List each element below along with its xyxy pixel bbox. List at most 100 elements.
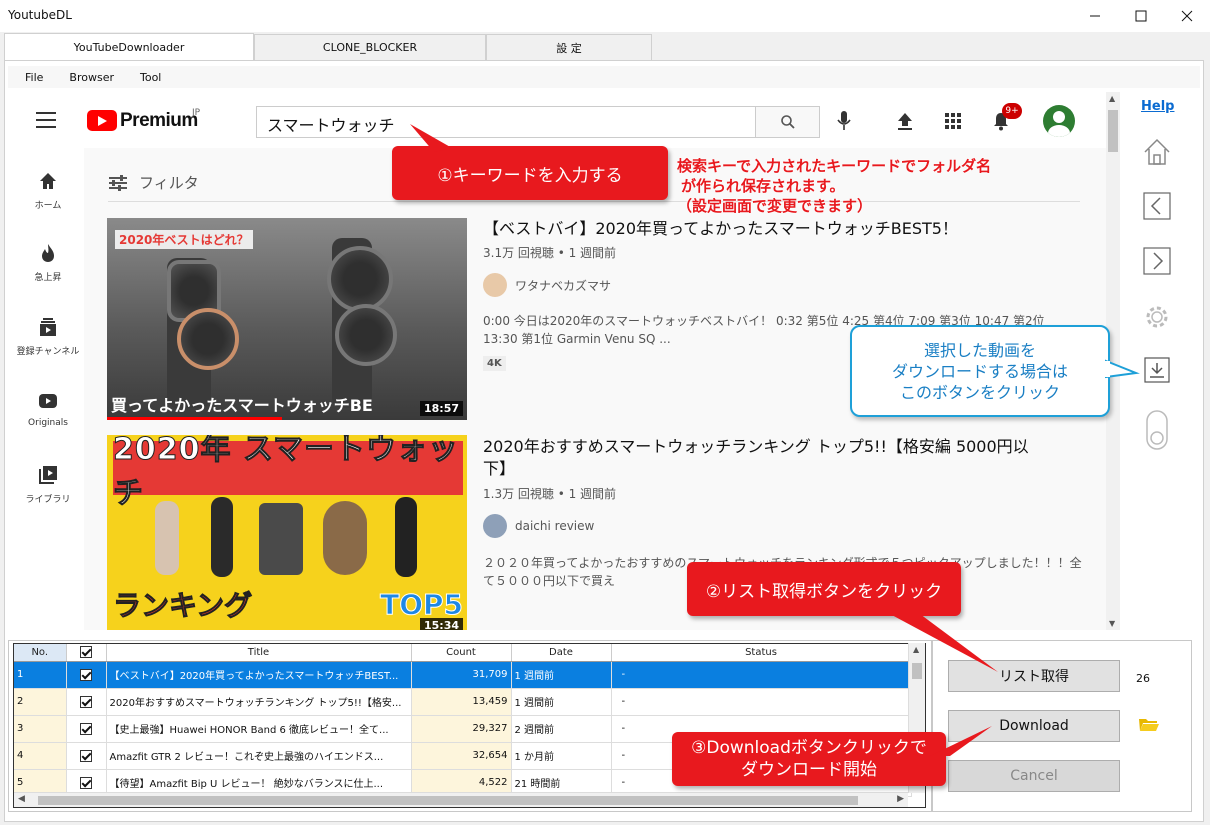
thumbnail-banner: ランキング TOP5 — [112, 575, 463, 630]
gear-icon — [1146, 306, 1168, 328]
youtube-logo-icon[interactable] — [87, 110, 117, 131]
maximize-button[interactable] — [1118, 0, 1164, 32]
video-thumbnail-2[interactable]: 2020年 スマートウォッチ ランキング TOP5 15:34 — [107, 435, 467, 630]
col-header-title[interactable]: Title — [106, 644, 412, 662]
callout-step1-pointer — [410, 124, 452, 152]
cell-status: - — [611, 688, 912, 716]
home-button[interactable] — [1140, 135, 1174, 169]
filter-label: フィルタ — [139, 174, 199, 192]
cell-date: 1 週間前 — [511, 688, 612, 716]
search-input[interactable]: スマートウォッチ — [256, 106, 756, 138]
channel-name: daichi review — [515, 519, 595, 533]
minimize-icon — [1090, 15, 1100, 17]
download-box-icon — [1144, 357, 1170, 383]
row-checkbox[interactable] — [80, 749, 92, 762]
cell-checkbox[interactable] — [66, 742, 107, 770]
forward-button[interactable] — [1140, 244, 1174, 278]
tab-youtubedownloader[interactable]: YouTubeDownloader — [4, 33, 254, 61]
col-header-count[interactable]: Count — [411, 644, 512, 662]
cell-title: 2020年おすすめスマートウォッチランキング トップ5!!【格安... — [106, 688, 412, 716]
youtube-header: Premium JP スマートウォッチ 9+ — [12, 92, 1106, 148]
channel-link-1[interactable]: ワタナベカズマサ — [483, 273, 611, 297]
watch-progress-bar — [107, 417, 282, 420]
upload-icon[interactable] — [893, 109, 917, 133]
home-outline-icon — [1144, 138, 1170, 165]
nav-originals[interactable]: Originals — [12, 390, 84, 428]
open-folder-icon[interactable] — [1138, 716, 1160, 732]
video-thumbnail-1[interactable]: 2020年ベストはどれ？ 買ってよかったスマートウォッチBE 18:57 — [107, 218, 467, 420]
scroll-thumb[interactable] — [38, 796, 858, 805]
list-count: 26 — [1136, 672, 1150, 685]
menu-bar: File Browser Tool — [8, 66, 1200, 88]
cell-title: Amazfit GTR 2 レビュー！これぞ史上最強のハイエンドス... — [106, 742, 412, 770]
cell-count: 31,709 — [411, 661, 512, 689]
video-title-1[interactable]: 【ベストバイ】2020年買ってよかったスマートウォッチBEST5！ — [483, 218, 1043, 240]
microphone-icon[interactable] — [832, 109, 856, 133]
cell-date: 2 週間前 — [511, 715, 612, 743]
nav-home[interactable]: ホーム — [12, 170, 84, 211]
help-link[interactable]: Help — [1141, 99, 1174, 114]
back-button[interactable] — [1140, 189, 1174, 223]
cell-date: 1 か月前 — [511, 742, 612, 770]
row-checkbox[interactable] — [80, 668, 92, 681]
thumbnail-ranking-text: ランキング — [112, 589, 253, 623]
menu-browser[interactable]: Browser — [52, 71, 123, 84]
cell-no: 1 — [14, 661, 67, 689]
video-title-2[interactable]: 2020年おすすめスマートウォッチランキング トップ5!!【格安編 5000円以… — [483, 436, 1043, 480]
search-button[interactable] — [755, 106, 820, 138]
menu-tool[interactable]: Tool — [123, 71, 170, 84]
cell-count: 13,459 — [411, 688, 512, 716]
col-header-select[interactable] — [66, 644, 107, 662]
cell-count: 29,327 — [411, 715, 512, 743]
minimize-button[interactable] — [1072, 0, 1118, 32]
nav-label: ライブラリ — [25, 495, 71, 505]
cell-checkbox[interactable] — [66, 715, 107, 743]
close-icon — [1181, 10, 1193, 22]
row-checkbox[interactable] — [80, 722, 92, 735]
cell-checkbox[interactable] — [66, 661, 107, 689]
col-header-no[interactable]: No. — [14, 644, 67, 662]
search-icon — [780, 115, 795, 129]
originals-play-icon — [39, 394, 57, 408]
nav-trending[interactable]: 急上昇 — [12, 242, 84, 283]
tab-settings[interactable]: 設 定 — [486, 34, 652, 60]
toggle-switch[interactable] — [1140, 408, 1174, 452]
col-header-date[interactable]: Date — [511, 644, 612, 662]
select-all-checkbox[interactable] — [80, 646, 92, 659]
col-header-status[interactable]: Status — [611, 644, 912, 662]
nav-label: 登録チャンネル — [16, 347, 80, 357]
table-row[interactable]: 2 2020年おすすめスマートウォッチランキング トップ5!!【格安... 13… — [14, 688, 912, 716]
row-checkbox[interactable] — [80, 776, 92, 789]
video-meta-1: 3.1万 回視聴 • 1 週間前 — [483, 246, 617, 260]
maximize-icon — [1135, 10, 1147, 22]
home-icon — [40, 173, 56, 189]
youtube-logo-text[interactable]: Premium — [120, 110, 198, 132]
channel-link-2[interactable]: daichi review — [483, 514, 594, 538]
row-checkbox[interactable] — [80, 695, 92, 708]
account-avatar[interactable] — [1043, 105, 1075, 137]
filter-button[interactable]: フィルタ — [108, 172, 199, 193]
app-tabs: YouTubeDownloader CLONE_BLOCKER 設 定 — [4, 33, 652, 61]
subscriptions-icon — [40, 318, 56, 336]
cell-checkbox[interactable] — [66, 688, 107, 716]
callout-download-selected: 選択した動画を ダウンロードする場合は このボタンをクリック — [850, 325, 1110, 417]
menu-file[interactable]: File — [8, 71, 52, 84]
video-meta-2: 1.3万 回視聴 • 1 週間前 — [483, 487, 617, 501]
cancel-button[interactable]: Cancel — [948, 760, 1120, 792]
scroll-thumb[interactable] — [1108, 110, 1118, 152]
nav-label: ホーム — [34, 201, 62, 211]
apps-grid-icon[interactable] — [941, 109, 965, 133]
callout-step2: ②リスト取得ボタンをクリック — [687, 562, 961, 616]
chevron-right-icon — [1143, 247, 1171, 275]
nav-subscriptions[interactable]: 登録チャンネル — [12, 316, 84, 357]
download-selected-button[interactable] — [1140, 353, 1174, 387]
close-button[interactable] — [1164, 0, 1210, 32]
youtube-sidenav: ホーム 急上昇 登録チャンネル Originals ライブラリ — [12, 148, 84, 630]
video-duration: 18:57 — [419, 401, 463, 416]
table-row[interactable]: 1 【ベストバイ】2020年買ってよかったスマートウォッチBEST... 31,… — [14, 661, 912, 689]
settings-button[interactable] — [1140, 300, 1174, 334]
tab-clone-blocker[interactable]: CLONE_BLOCKER — [254, 34, 486, 60]
hamburger-menu-icon[interactable] — [36, 112, 56, 128]
nav-library[interactable]: ライブラリ — [12, 464, 84, 505]
grid-horizontal-scrollbar[interactable]: ◀ ▶ — [14, 792, 908, 807]
